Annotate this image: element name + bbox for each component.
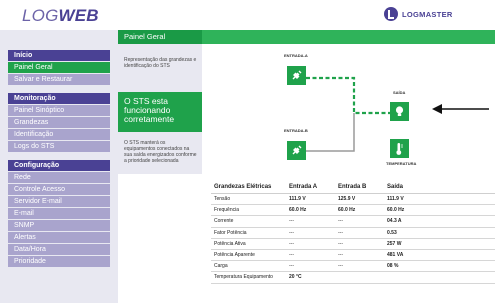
status-message: O STS esta funcionando corretamente	[118, 92, 202, 132]
table-cell: ---	[289, 218, 294, 225]
sidebar-item-logs-sts[interactable]: Logs do STS	[8, 141, 110, 152]
table-cell: Temperatura Equipamento	[214, 274, 273, 281]
table-header: Grandezas Elétricas Entrada A Entrada B …	[211, 182, 495, 194]
table-cell: 125.9 V	[338, 196, 356, 202]
status-note: O STS manterá os equipamentos conectados…	[124, 140, 197, 164]
table-row: Fator Potência --- --- 0.53	[211, 228, 495, 239]
line-entrada-b	[306, 113, 355, 152]
table-cell: ---	[289, 240, 294, 247]
label-entrada-a: ENTRADA-A	[284, 53, 308, 58]
plug-icon	[287, 141, 306, 160]
table-cell: 60.0 Hz	[387, 207, 405, 214]
table-cell: 111.9 V	[387, 196, 404, 202]
sidebar-item-prioridade[interactable]: Prioridade	[8, 256, 110, 267]
table-row: Frequência 60.0 Hz 60.0 Hz 60.0 Hz	[211, 205, 495, 217]
logmaster-brand: LOGMASTER	[384, 7, 453, 21]
thermometer-icon	[390, 139, 409, 158]
nav-group-inicio: Início Painel Geral Salvar e Restaurar	[8, 50, 110, 85]
sidebar-item-email[interactable]: E-mail	[8, 208, 110, 219]
table-cell: ---	[289, 251, 294, 258]
table-cell: 04.3 A	[387, 218, 402, 225]
table-cell: 257 W	[387, 240, 402, 247]
sidebar-item-salvar-restaurar[interactable]: Salvar e Restaurar	[8, 74, 110, 85]
table-row: Corrente --- --- 04.3 A	[211, 216, 495, 228]
table-cell: Tensão	[214, 196, 231, 202]
table-cell: ---	[338, 263, 343, 270]
table-cell: Carga	[214, 263, 228, 270]
table-cell: 481 VA	[387, 251, 404, 258]
nav-head-configuracao: Configuração	[8, 160, 110, 171]
table-cell: ---	[289, 263, 294, 270]
table-cell: 60.0 Hz	[289, 207, 307, 214]
table-header-cell: Saída	[387, 184, 404, 190]
arrow-left-icon	[432, 104, 442, 114]
table-header-cell: Grandezas Elétricas	[214, 184, 272, 190]
table-row: Temperatura Equipamento 20 °C	[211, 272, 495, 284]
sidebar-item-painel-sinoptico[interactable]: Painel Sinóptico	[8, 105, 110, 116]
diagram-connections	[306, 76, 489, 152]
sidebar-item-snmp[interactable]: SNMP	[8, 220, 110, 231]
sidebar: Início Painel Geral Salvar e Restaurar M…	[0, 30, 118, 303]
page-description: Representação das grandezas e identifica…	[124, 57, 197, 69]
sidebar-item-painel-geral[interactable]: Painel Geral	[8, 62, 110, 73]
nav-group-configuracao: Configuração Rede Controle Acesso Servid…	[8, 160, 110, 267]
nav-head-monitoracao: Monitoração	[8, 93, 110, 104]
label-entrada-b: ENTRADA-B	[284, 128, 308, 133]
sidebar-item-rede[interactable]: Rede	[8, 172, 110, 183]
table-cell: ---	[338, 229, 343, 236]
table-row: Tensão 111.9 V 125.9 V 111.9 V	[211, 194, 495, 206]
nav-group-monitoracao: Monitoração Painel Sinóptico Grandezas I…	[8, 93, 110, 152]
title-bar: Painel Geral	[118, 30, 495, 44]
nav-head-inicio: Início	[8, 50, 110, 61]
table-cell: 20 °C	[289, 274, 302, 281]
label-saida: SAÍDA	[393, 90, 406, 95]
table-row: Potência Ativa --- --- 257 W	[211, 239, 495, 250]
logmaster-name: LOGMASTER	[402, 9, 453, 19]
sidebar-item-identificacao[interactable]: Identificação	[8, 129, 110, 140]
sidebar-item-servidor-email[interactable]: Servidor E-mail	[8, 196, 110, 207]
info-column: Representação das grandezas e identifica…	[118, 44, 202, 174]
table-cell: Fator Potência	[214, 229, 247, 236]
table-cell: 0.53	[387, 229, 397, 236]
plug-icon	[287, 66, 306, 85]
sts-diagram: ENTRADA-A ENTRADA-B SAÍDA TEMPERATURA	[202, 44, 495, 179]
table-cell: Potência Ativa	[214, 240, 246, 247]
bulb-icon	[390, 102, 409, 121]
table-cell: ---	[289, 229, 294, 236]
line-entrada-a	[306, 76, 390, 115]
sidebar-item-data-hora[interactable]: Data/Hora	[8, 244, 110, 255]
logmaster-mark-icon	[384, 7, 398, 21]
logweb-logo: LOGWEB	[22, 6, 99, 26]
table-cell: 111.9 V	[289, 196, 306, 202]
table-row: Carga --- --- 08 %	[211, 261, 495, 273]
table-cell: ---	[338, 218, 343, 225]
table-header-cell: Entrada A	[289, 184, 318, 190]
table-cell: ---	[338, 251, 343, 258]
table-row: Potência Aparente --- --- 481 VA	[211, 250, 495, 262]
logo-web-text: WEB	[58, 6, 99, 25]
table-cell: 08 %	[387, 263, 399, 270]
sidebar-item-grandezas[interactable]: Grandezas	[8, 117, 110, 128]
table-cell: 60.0 Hz	[338, 207, 356, 214]
sidebar-item-controle-acesso[interactable]: Controle Acesso	[8, 184, 110, 195]
logo-log-text: LOG	[22, 6, 59, 25]
table-cell: ---	[338, 240, 343, 247]
table-cell: Potência Aparente	[214, 251, 255, 258]
grandezas-table: Grandezas Elétricas Entrada A Entrada B …	[211, 182, 495, 284]
table-cell: Corrente	[214, 218, 234, 225]
label-temperatura: TEMPERATURA	[386, 161, 417, 166]
table-header-cell: Entrada B	[338, 184, 367, 190]
table-cell: Frequência	[214, 207, 240, 214]
sidebar-item-alertas[interactable]: Alertas	[8, 232, 110, 243]
page-title: Painel Geral	[118, 30, 202, 44]
